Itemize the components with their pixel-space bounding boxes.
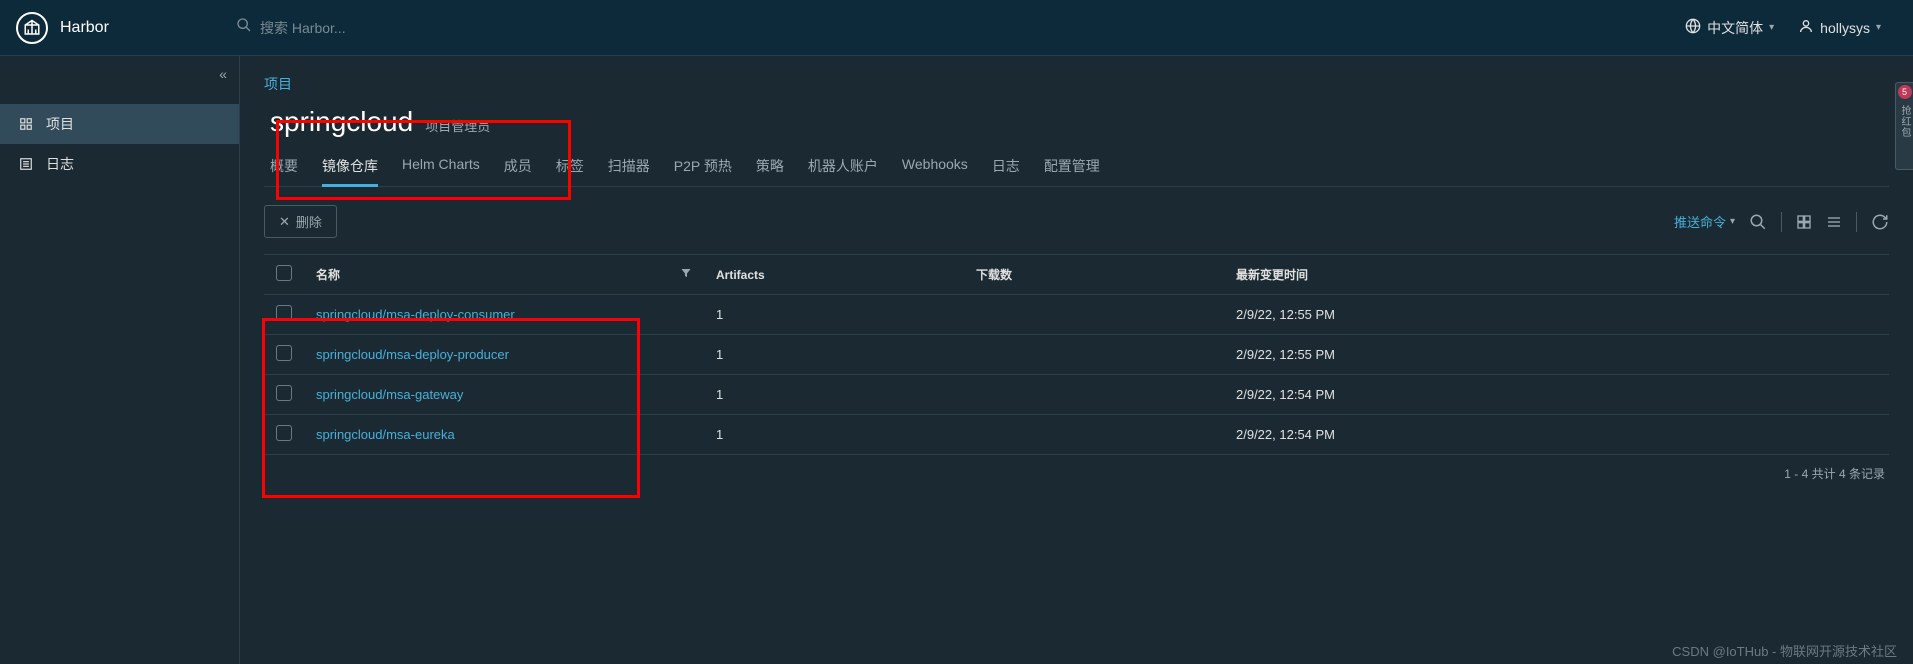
cell-artifacts: 1	[704, 375, 964, 415]
cell-artifacts: 1	[704, 295, 964, 335]
row-checkbox[interactable]	[276, 305, 292, 321]
harbor-logo-icon[interactable]	[16, 12, 48, 44]
side-widget[interactable]: 5 抢红包	[1895, 82, 1913, 170]
project-role: 项目管理员	[425, 116, 490, 135]
search-input[interactable]	[260, 20, 440, 36]
tab-6[interactable]: P2P 预热	[674, 148, 732, 186]
cell-updated: 2/9/22, 12:54 PM	[1224, 415, 1889, 455]
brand-name: Harbor	[60, 19, 109, 37]
tab-11[interactable]: 配置管理	[1044, 148, 1100, 186]
tabs: 概要镜像仓库 Helm Charts 成员标签扫描器 P2P 预热策略机器人账户 Web…	[264, 148, 1889, 187]
delete-button[interactable]: ✕ 删除	[264, 205, 337, 238]
table-row: springcloud/msa-deploy-consumer 1 2/9/22, …	[264, 295, 1889, 335]
sidebar: « 项目 日志	[0, 56, 240, 664]
pagination-info: 1 - 4 共计 4 条记录	[264, 455, 1889, 492]
tab-4[interactable]: 标签	[556, 148, 584, 186]
toolbar: ✕ 删除 推送命令 ▾	[264, 205, 1889, 238]
header: Harbor 中文简体 ▾ hollysys ▾	[0, 0, 1913, 56]
divider	[1856, 212, 1857, 232]
cell-artifacts: 1	[704, 335, 964, 375]
tab-1[interactable]: 镜像仓库	[322, 148, 378, 187]
tab-7[interactable]: 策略	[756, 148, 784, 186]
tab-0[interactable]: 概要	[270, 148, 298, 186]
cell-downloads	[964, 295, 1224, 335]
chevron-down-icon: ▾	[1876, 22, 1881, 33]
breadcrumb[interactable]: 项目	[264, 74, 1889, 94]
sidebar-item-projects[interactable]: 项目	[0, 104, 239, 144]
header-right: 中文简体 ▾ hollysys ▾	[1685, 18, 1897, 38]
row-checkbox[interactable]	[276, 345, 292, 361]
row-checkbox[interactable]	[276, 385, 292, 401]
globe-icon	[1685, 18, 1701, 37]
cell-updated: 2/9/22, 12:55 PM	[1224, 335, 1889, 375]
cell-updated: 2/9/22, 12:55 PM	[1224, 295, 1889, 335]
repo-link[interactable]: springcloud/msa-deploy-producer	[316, 347, 509, 362]
tab-3[interactable]: 成员	[504, 148, 532, 186]
col-header-artifacts[interactable]: Artifacts	[704, 255, 964, 295]
watermark: CSDN @IoTHub - 物联网开源技术社区	[1672, 641, 1897, 660]
col-header-downloads[interactable]: 下载数	[964, 255, 1224, 295]
search-wrap	[236, 17, 440, 38]
project-name: springcloud	[270, 106, 413, 138]
tab-2[interactable]: Helm Charts	[402, 148, 480, 186]
username-label: hollysys	[1820, 20, 1870, 36]
title-row: springcloud 项目管理员	[264, 106, 1889, 138]
side-widget-text: 抢红包	[1897, 101, 1912, 138]
view-card-button[interactable]	[1796, 214, 1812, 230]
nav: 项目 日志	[0, 104, 239, 184]
cell-downloads	[964, 335, 1224, 375]
logo-section: Harbor	[16, 12, 206, 44]
tab-9[interactable]: Webhooks	[902, 148, 968, 186]
push-command-label: 推送命令	[1674, 212, 1726, 231]
user-icon	[1798, 18, 1814, 37]
sidebar-item-label: 项目	[46, 114, 74, 134]
repo-link[interactable]: springcloud/msa-deploy-consumer	[316, 307, 515, 322]
cell-artifacts: 1	[704, 415, 964, 455]
tab-5[interactable]: 扫描器	[608, 148, 650, 186]
select-all-checkbox[interactable]	[276, 265, 292, 281]
repositories-table: 名称 Artifacts 下载数 最新变更时间 springcloud/msa-…	[264, 254, 1889, 455]
delete-label: 删除	[296, 212, 322, 231]
language-selector[interactable]: 中文简体 ▾	[1685, 18, 1774, 38]
table-row: springcloud/msa-deploy-producer 1 2/9/22, …	[264, 335, 1889, 375]
cell-downloads	[964, 415, 1224, 455]
table-row: springcloud/msa-gateway 1 2/9/22, 12:54 PM	[264, 375, 1889, 415]
col-header-updated[interactable]: 最新变更时间	[1224, 255, 1889, 295]
badge-count: 5	[1898, 85, 1912, 99]
sidebar-item-logs[interactable]: 日志	[0, 144, 239, 184]
main-content: 项目 springcloud 项目管理员 概要镜像仓库 Helm Charts 成员…	[240, 56, 1913, 664]
tab-8[interactable]: 机器人账户	[808, 148, 878, 186]
chevron-down-icon: ▾	[1769, 22, 1774, 33]
table-row: springcloud/msa-eureka 1 2/9/22, 12:54 PM	[264, 415, 1889, 455]
chevron-down-icon: ▾	[1730, 216, 1735, 227]
user-menu[interactable]: hollysys ▾	[1798, 18, 1881, 37]
search-button[interactable]	[1749, 213, 1767, 231]
push-command-dropdown[interactable]: 推送命令 ▾	[1674, 212, 1735, 231]
repo-link[interactable]: springcloud/msa-gateway	[316, 387, 463, 402]
refresh-button[interactable]	[1871, 213, 1889, 231]
sidebar-item-label: 日志	[46, 154, 74, 174]
close-icon: ✕	[279, 214, 290, 230]
row-checkbox[interactable]	[276, 425, 292, 441]
table-header-row: 名称 Artifacts 下载数 最新变更时间	[264, 255, 1889, 295]
tab-10[interactable]: 日志	[992, 148, 1020, 186]
grid-icon	[18, 116, 34, 132]
search-icon	[236, 17, 252, 38]
filter-icon[interactable]	[680, 267, 692, 282]
sidebar-collapse-button[interactable]: «	[219, 66, 227, 82]
cell-downloads	[964, 375, 1224, 415]
cell-updated: 2/9/22, 12:54 PM	[1224, 375, 1889, 415]
view-list-button[interactable]	[1826, 214, 1842, 230]
list-icon	[18, 156, 34, 172]
language-label: 中文简体	[1707, 18, 1763, 38]
repo-link[interactable]: springcloud/msa-eureka	[316, 427, 455, 442]
divider	[1781, 212, 1782, 232]
col-header-name[interactable]: 名称	[304, 255, 704, 295]
toolbar-right: 推送命令 ▾	[1674, 212, 1889, 232]
